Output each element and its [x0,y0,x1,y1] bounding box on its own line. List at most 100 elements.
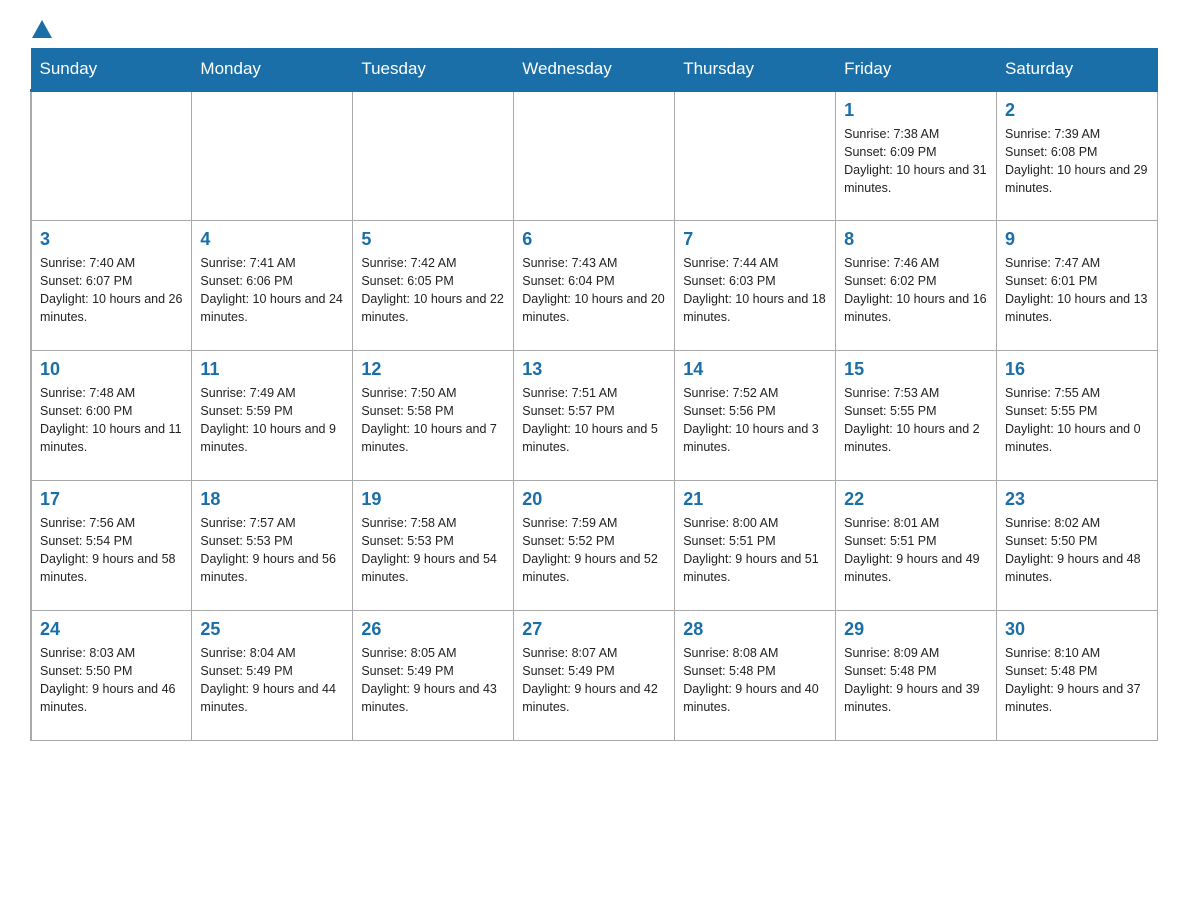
table-row: 20Sunrise: 7:59 AMSunset: 5:52 PMDayligh… [514,481,675,611]
page-header [30,20,1158,38]
table-row: 30 Sunrise: 8:10 AMSunset: 5:48 PMDayligh… [997,611,1158,741]
day-info: Sunrise: 8:02 AMSunset: 5:50 PMDaylight:… [1005,514,1149,587]
table-row: 27 Sunrise: 8:07 AMSunset: 5:49 PMDayligh… [514,611,675,741]
day-info: Sunrise: 7:40 AMSunset: 6:07 PMDaylight:… [40,254,183,327]
table-row: 17Sunrise: 7:56 AMSunset: 5:54 PMDayligh… [31,481,192,611]
day-number: 7 [683,229,827,250]
day-number: 9 [1005,229,1149,250]
table-row: 19 Sunrise: 7:58 AMSunset: 5:53 PMDayligh… [353,481,514,611]
table-row: 24 Sunrise: 8:03 AMSunset: 5:50 PMDayligh… [31,611,192,741]
col-wednesday: Wednesday [514,49,675,91]
day-number: 2 [1005,100,1149,121]
day-info: Sunrise: 7:38 AMSunset: 6:09 PMDaylight:… [844,125,988,198]
day-number: 23 [1005,489,1149,510]
day-number: 29 [844,619,988,640]
calendar-week-row: 1 Sunrise: 7:38 AMSunset: 6:09 PMDaylight… [31,91,1158,221]
day-number: 11 [200,359,344,380]
day-info: Sunrise: 8:00 AMSunset: 5:51 PMDaylight:… [683,514,827,587]
day-info: Sunrise: 8:10 AMSunset: 5:48 PMDaylight:… [1005,644,1149,717]
table-row: 8 Sunrise: 7:46 AMSunset: 6:02 PMDaylight… [836,221,997,351]
calendar-table: Sunday Monday Tuesday Wednesday Thursday… [30,48,1158,741]
day-number: 16 [1005,359,1149,380]
day-number: 3 [40,229,183,250]
table-row: 21 Sunrise: 8:00 AMSunset: 5:51 PMDayligh… [675,481,836,611]
table-row: 1 Sunrise: 7:38 AMSunset: 6:09 PMDaylight… [836,91,997,221]
calendar-week-row: 24 Sunrise: 8:03 AMSunset: 5:50 PMDayligh… [31,611,1158,741]
day-info: Sunrise: 8:04 AMSunset: 5:49 PMDaylight:… [200,644,344,717]
table-row [31,91,192,221]
day-number: 12 [361,359,505,380]
day-info: Sunrise: 7:43 AMSunset: 6:04 PMDaylight:… [522,254,666,327]
table-row: 18 Sunrise: 7:57 AMSunset: 5:53 PMDayligh… [192,481,353,611]
table-row [353,91,514,221]
day-info: Sunrise: 8:01 AMSunset: 5:51 PMDaylight:… [844,514,988,587]
day-info: Sunrise: 7:57 AMSunset: 5:53 PMDaylight:… [200,514,344,587]
table-row: 6 Sunrise: 7:43 AMSunset: 6:04 PMDaylight… [514,221,675,351]
day-number: 30 [1005,619,1149,640]
day-number: 15 [844,359,988,380]
day-info: Sunrise: 8:09 AMSunset: 5:48 PMDaylight:… [844,644,988,717]
day-number: 13 [522,359,666,380]
logo [30,20,58,38]
day-info: Sunrise: 7:56 AMSunset: 5:54 PMDaylight:… [40,514,183,587]
table-row: 25 Sunrise: 8:04 AMSunset: 5:49 PMDayligh… [192,611,353,741]
day-number: 14 [683,359,827,380]
day-number: 10 [40,359,183,380]
day-info: Sunrise: 7:39 AMSunset: 6:08 PMDaylight:… [1005,125,1149,198]
day-info: Sunrise: 7:51 AMSunset: 5:57 PMDaylight:… [522,384,666,457]
table-row [192,91,353,221]
table-row: 28Sunrise: 8:08 AMSunset: 5:48 PMDayligh… [675,611,836,741]
day-number: 5 [361,229,505,250]
day-info: Sunrise: 7:48 AMSunset: 6:00 PMDaylight:… [40,384,183,457]
table-row: 11Sunrise: 7:49 AMSunset: 5:59 PMDayligh… [192,351,353,481]
day-number: 27 [522,619,666,640]
table-row: 16 Sunrise: 7:55 AMSunset: 5:55 PMDayligh… [997,351,1158,481]
col-monday: Monday [192,49,353,91]
table-row: 23 Sunrise: 8:02 AMSunset: 5:50 PMDayligh… [997,481,1158,611]
day-info: Sunrise: 8:07 AMSunset: 5:49 PMDaylight:… [522,644,666,717]
day-number: 26 [361,619,505,640]
day-number: 25 [200,619,344,640]
day-info: Sunrise: 7:46 AMSunset: 6:02 PMDaylight:… [844,254,988,327]
day-number: 18 [200,489,344,510]
day-info: Sunrise: 7:55 AMSunset: 5:55 PMDaylight:… [1005,384,1149,457]
table-row: 9 Sunrise: 7:47 AMSunset: 6:01 PMDaylight… [997,221,1158,351]
day-info: Sunrise: 7:58 AMSunset: 5:53 PMDaylight:… [361,514,505,587]
day-number: 1 [844,100,988,121]
day-number: 4 [200,229,344,250]
day-number: 24 [40,619,183,640]
table-row: 10 Sunrise: 7:48 AMSunset: 6:00 PMDayligh… [31,351,192,481]
day-info: Sunrise: 7:42 AMSunset: 6:05 PMDaylight:… [361,254,505,327]
col-friday: Friday [836,49,997,91]
col-saturday: Saturday [997,49,1158,91]
calendar-week-row: 3 Sunrise: 7:40 AMSunset: 6:07 PMDaylight… [31,221,1158,351]
table-row: 29 Sunrise: 8:09 AMSunset: 5:48 PMDayligh… [836,611,997,741]
day-info: Sunrise: 8:03 AMSunset: 5:50 PMDaylight:… [40,644,183,717]
day-info: Sunrise: 7:50 AMSunset: 5:58 PMDaylight:… [361,384,505,457]
table-row: 14Sunrise: 7:52 AMSunset: 5:56 PMDayligh… [675,351,836,481]
table-row: 5 Sunrise: 7:42 AMSunset: 6:05 PMDaylight… [353,221,514,351]
calendar-week-row: 10 Sunrise: 7:48 AMSunset: 6:00 PMDayligh… [31,351,1158,481]
table-row: 15 Sunrise: 7:53 AMSunset: 5:55 PMDayligh… [836,351,997,481]
table-row [675,91,836,221]
day-number: 19 [361,489,505,510]
col-thursday: Thursday [675,49,836,91]
calendar-week-row: 17Sunrise: 7:56 AMSunset: 5:54 PMDayligh… [31,481,1158,611]
table-row: 4Sunrise: 7:41 AMSunset: 6:06 PMDaylight… [192,221,353,351]
day-info: Sunrise: 7:53 AMSunset: 5:55 PMDaylight:… [844,384,988,457]
day-number: 8 [844,229,988,250]
col-sunday: Sunday [31,49,192,91]
table-row: 3 Sunrise: 7:40 AMSunset: 6:07 PMDaylight… [31,221,192,351]
day-number: 21 [683,489,827,510]
day-info: Sunrise: 7:59 AMSunset: 5:52 PMDaylight:… [522,514,666,587]
day-number: 22 [844,489,988,510]
calendar-header-row: Sunday Monday Tuesday Wednesday Thursday… [31,49,1158,91]
table-row: 7 Sunrise: 7:44 AMSunset: 6:03 PMDaylight… [675,221,836,351]
col-tuesday: Tuesday [353,49,514,91]
day-info: Sunrise: 7:47 AMSunset: 6:01 PMDaylight:… [1005,254,1149,327]
table-row [514,91,675,221]
day-info: Sunrise: 7:44 AMSunset: 6:03 PMDaylight:… [683,254,827,327]
table-row: 12 Sunrise: 7:50 AMSunset: 5:58 PMDayligh… [353,351,514,481]
logo-triangle-icon [32,20,52,38]
day-number: 6 [522,229,666,250]
